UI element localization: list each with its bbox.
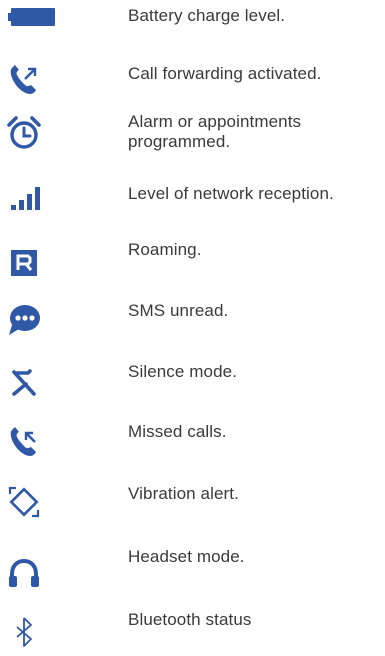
legend-label: Bluetooth status: [128, 610, 252, 629]
legend-label: Vibration alert.: [128, 484, 239, 503]
silence-mode-icon: [6, 364, 42, 400]
call-forwarding-icon: [6, 62, 42, 98]
vibration-icon: [6, 484, 42, 520]
legend-label: Silence mode.: [128, 362, 238, 381]
legend-label: Battery charge level.: [128, 6, 286, 25]
alarm-clock-icon: [6, 115, 42, 151]
roaming-icon: [6, 245, 42, 281]
legend-label: Call forwarding activated.: [128, 64, 322, 83]
legend-label: Headset mode.: [128, 547, 245, 566]
legend-label: Alarm or appointments programmed.: [128, 112, 302, 151]
bluetooth-icon: [6, 614, 42, 650]
legend-label: SMS unread.: [128, 301, 229, 320]
battery-icon: [8, 0, 56, 35]
status-icon-legend: Battery charge level. Call forwarding ac…: [0, 0, 385, 656]
missed-call-icon: [6, 424, 42, 460]
legend-label: Missed calls.: [128, 422, 227, 441]
legend-label: Roaming.: [128, 240, 202, 259]
headset-icon: [6, 555, 42, 591]
signal-strength-icon: [8, 180, 44, 216]
sms-unread-icon: [6, 302, 42, 338]
legend-label: Level of network reception.: [128, 184, 334, 203]
